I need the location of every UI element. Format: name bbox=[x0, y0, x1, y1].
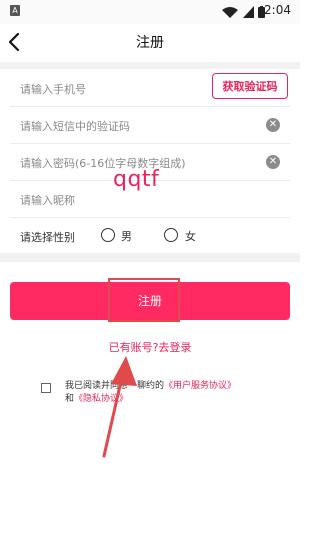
annotation-arrow bbox=[102, 356, 137, 458]
